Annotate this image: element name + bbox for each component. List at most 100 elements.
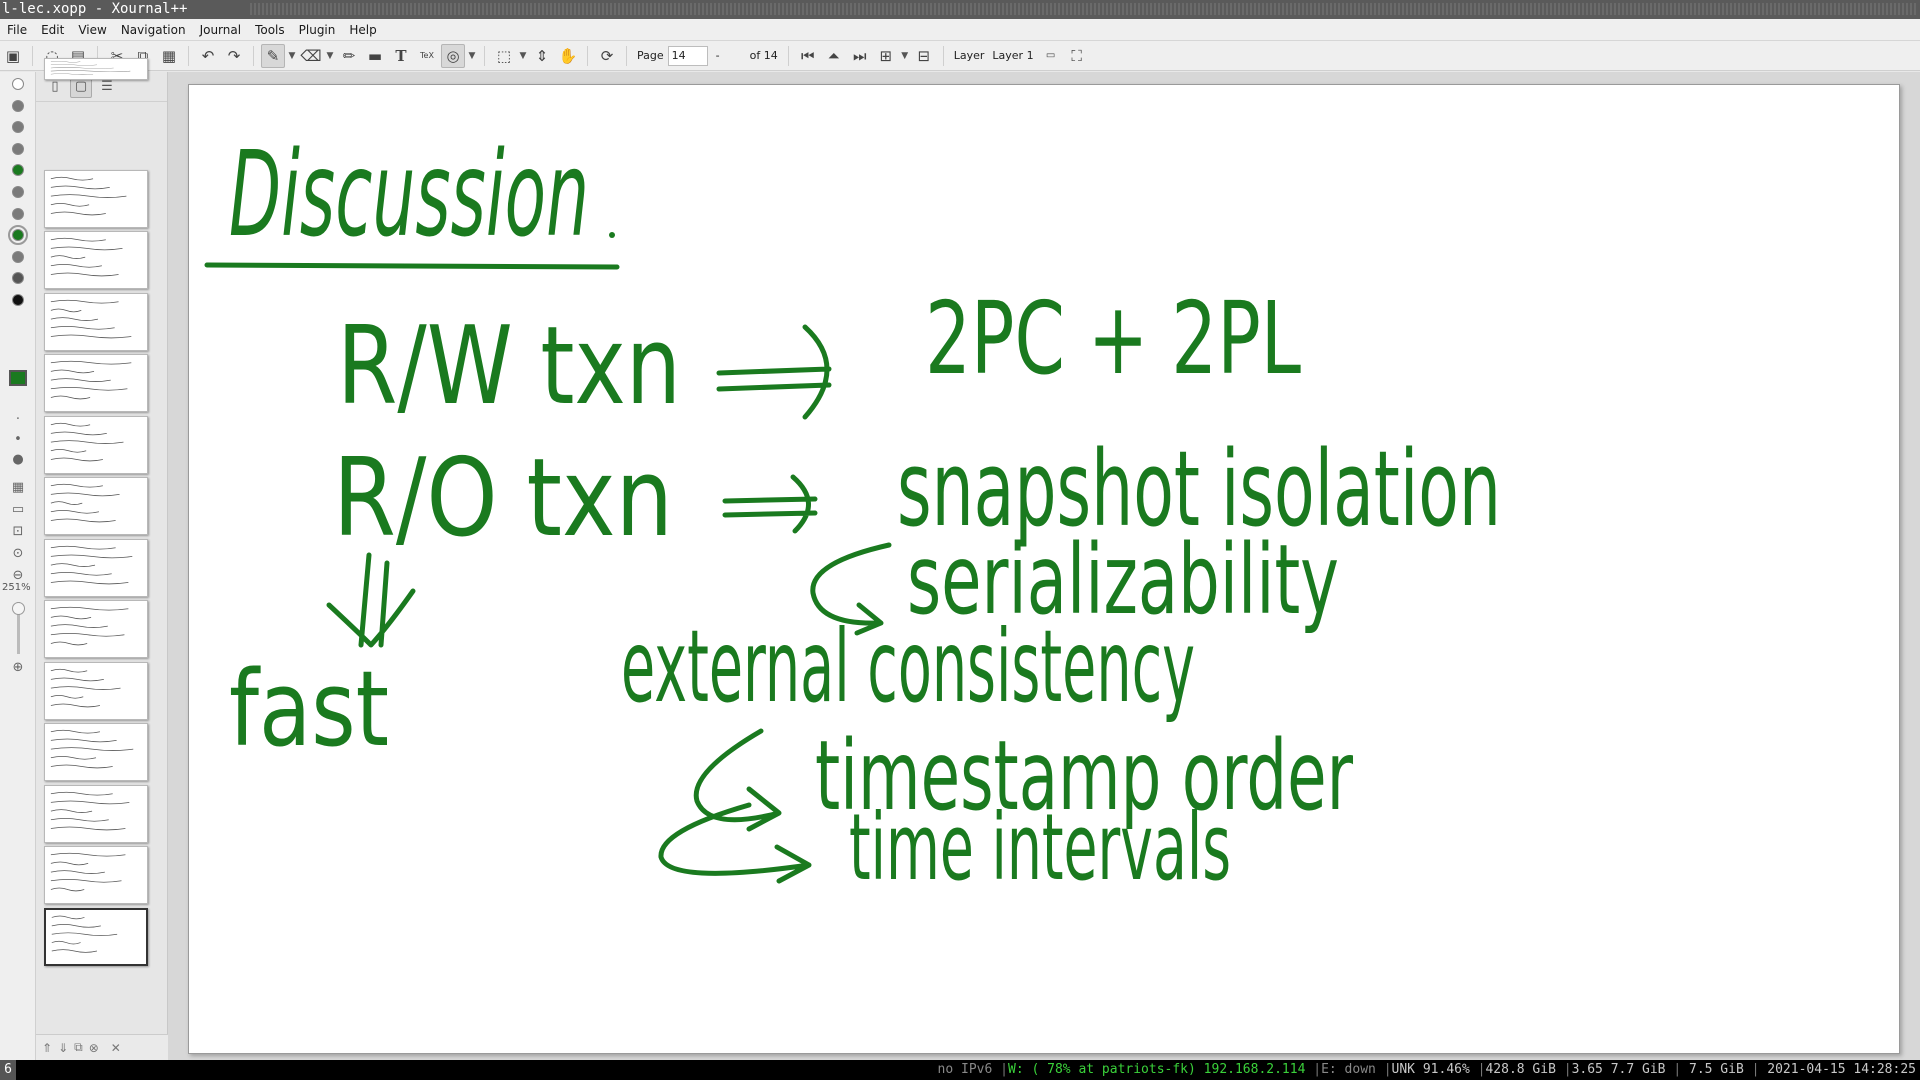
color-swatch-icon[interactable] [12,250,24,263]
redo-icon[interactable]: ↷ [222,44,246,68]
arrow-rw [716,324,832,420]
system-status-bar: 6 no IPv6 |W: ( 78% at patriots-fk) 192.… [0,1060,1920,1080]
copy-page-icon[interactable]: ⧉ [74,1040,83,1055]
color-swatch-icon[interactable] [12,99,24,112]
layer-label: Layer [953,49,985,62]
hand-icon[interactable]: ✋ [556,44,580,68]
page-number-input[interactable]: 14 [667,45,708,66]
menu-navigation[interactable]: Navigation [114,23,193,37]
menu-journal[interactable]: Journal [193,23,249,37]
menu-help[interactable]: Help [342,23,383,37]
page-thumbnail[interactable] [44,538,148,597]
menu-plugin[interactable]: Plugin [292,23,343,37]
color-swatch-icon[interactable] [12,121,24,134]
page-thumbnail[interactable] [44,907,148,966]
first-page-icon[interactable]: ⏮ [796,44,820,68]
move-page-up-icon[interactable]: ⇑ [42,1041,52,1055]
page-thumbnail[interactable] [44,415,148,474]
layer-dropdown-icon[interactable]: ▭ [1039,44,1063,68]
vertical-space-icon[interactable]: ⇕ [530,44,554,68]
zoom-fit-icon[interactable]: ⊡ [9,524,27,540]
select-dropdown-icon[interactable]: ▼ [517,51,529,61]
thick-stroke-icon[interactable]: ● [9,452,27,468]
page-thumbnail[interactable] [44,477,148,535]
title-dot [609,232,615,238]
page-thumbnail[interactable] [44,846,148,904]
status-ethernet: E: down [1321,1062,1376,1077]
latex-icon[interactable]: TeX [415,44,439,68]
pen-dropdown-icon[interactable]: ▼ [286,51,298,61]
shape-recognizer-icon[interactable]: ◎ [441,43,465,68]
page-thumbnail[interactable] [44,58,148,80]
page-thumbnail[interactable] [44,600,148,658]
undo-icon[interactable]: ↶ [196,44,220,68]
prev-page-icon[interactable]: ⏶ [822,44,846,68]
arrow-ro [722,474,818,534]
status-load: 3.65 [1571,1062,1603,1077]
color-swatch-icon[interactable] [12,142,24,155]
text-icon[interactable]: T [389,44,413,68]
color-swatch-icon[interactable] [12,186,24,198]
image-icon[interactable]: ▬ [363,44,387,68]
toolbar-separator [253,45,254,66]
color-swatch-icon[interactable] [12,294,24,306]
workspace-indicator[interactable]: 6 [0,1060,16,1080]
insert-page-icon[interactable]: ⊞ [874,44,898,68]
zoom-slider-knob[interactable] [12,602,25,615]
line-external-consistency: external consistency [621,608,1195,725]
menu-file[interactable]: File [0,23,34,37]
hook-arrow-intervals [658,802,812,884]
color-swatch-icon[interactable] [12,272,24,285]
last-page-icon[interactable]: ⏭ [848,44,872,68]
page-thumbnail[interactable] [44,169,148,228]
menu-tools[interactable]: Tools [248,23,292,37]
zoom-100-icon[interactable]: ⊙ [9,546,27,562]
layer-select[interactable]: Layer 1 [988,49,1037,62]
fullscreen-icon[interactable]: ⛶ [1065,44,1089,68]
presentation-icon[interactable]: ▭ [9,502,27,518]
delete-page-icon[interactable]: ⊟ [912,44,936,68]
zoom-in-icon[interactable]: ⊕ [9,660,27,676]
insert-page-dropdown-icon[interactable]: ▼ [899,51,911,61]
toolbar-separator [787,45,789,66]
refresh-icon[interactable]: ⟳ [595,44,619,68]
page-thumbnail[interactable] [44,354,148,412]
page-separator: - [715,49,720,62]
eraser-icon[interactable]: ⌫ [299,44,323,68]
canvas-area[interactable]: Discussion R/W txn 2PC + 2PL R/O txn sna… [168,72,1920,1060]
eraser-dropdown-icon[interactable]: ▼ [324,51,336,61]
status-memory-total: 7.5 GiB [1689,1062,1744,1077]
fill-icon[interactable]: ▦ [9,480,27,496]
page-thumbnail[interactable] [44,231,148,289]
status-memory-used: 7.7 GiB [1610,1062,1666,1077]
page-thumbnail[interactable] [44,292,148,351]
select-rect-icon[interactable]: ⬚ [492,44,516,68]
pen-icon[interactable]: ✎ [261,43,285,68]
page-thumbnail[interactable] [44,784,148,843]
page-thumbnail[interactable] [44,723,148,781]
window-titlebar: l-lec.xopp - Xournal++ [0,0,1920,19]
note-page[interactable]: Discussion R/W txn 2PC + 2PL R/O txn sna… [188,84,1900,1054]
page-thumbnail[interactable] [44,661,148,720]
color-swatch-icon[interactable] [8,225,28,246]
toolbar-separator [32,45,33,66]
delete-page-icon[interactable]: ⊗ [89,1041,99,1055]
menu-view[interactable]: View [71,23,113,37]
shape-dropdown-icon[interactable]: ▼ [466,51,478,61]
menu-edit[interactable]: Edit [34,23,71,37]
current-color-icon[interactable] [9,370,27,386]
medium-stroke-icon[interactable]: • [9,432,27,448]
vertical-scrollbar[interactable] [1910,84,1916,1054]
toolbar-separator [626,45,627,66]
close-sidebar-icon[interactable]: ✕ [111,1041,121,1055]
thin-stroke-icon[interactable]: · [9,412,27,428]
highlighter-icon[interactable]: ✏ [337,44,361,68]
save-icon[interactable]: ▣ [1,44,25,68]
paste-icon[interactable]: ▦ [157,44,181,68]
zoom-level-label: 251% [2,582,31,593]
main-toolbar: ▣ ◌ ▤ ✂ ⧉ ▦ ↶ ↷ ✎ ▼ ⌫ ▼ ✏ ▬ T TeX ◎ ▼ ⬚ … [0,41,1920,71]
color-swatch-icon[interactable] [12,78,24,90]
color-swatch-icon[interactable] [12,207,24,220]
color-swatch-icon[interactable] [12,164,24,177]
move-page-down-icon[interactable]: ⇓ [58,1041,68,1055]
